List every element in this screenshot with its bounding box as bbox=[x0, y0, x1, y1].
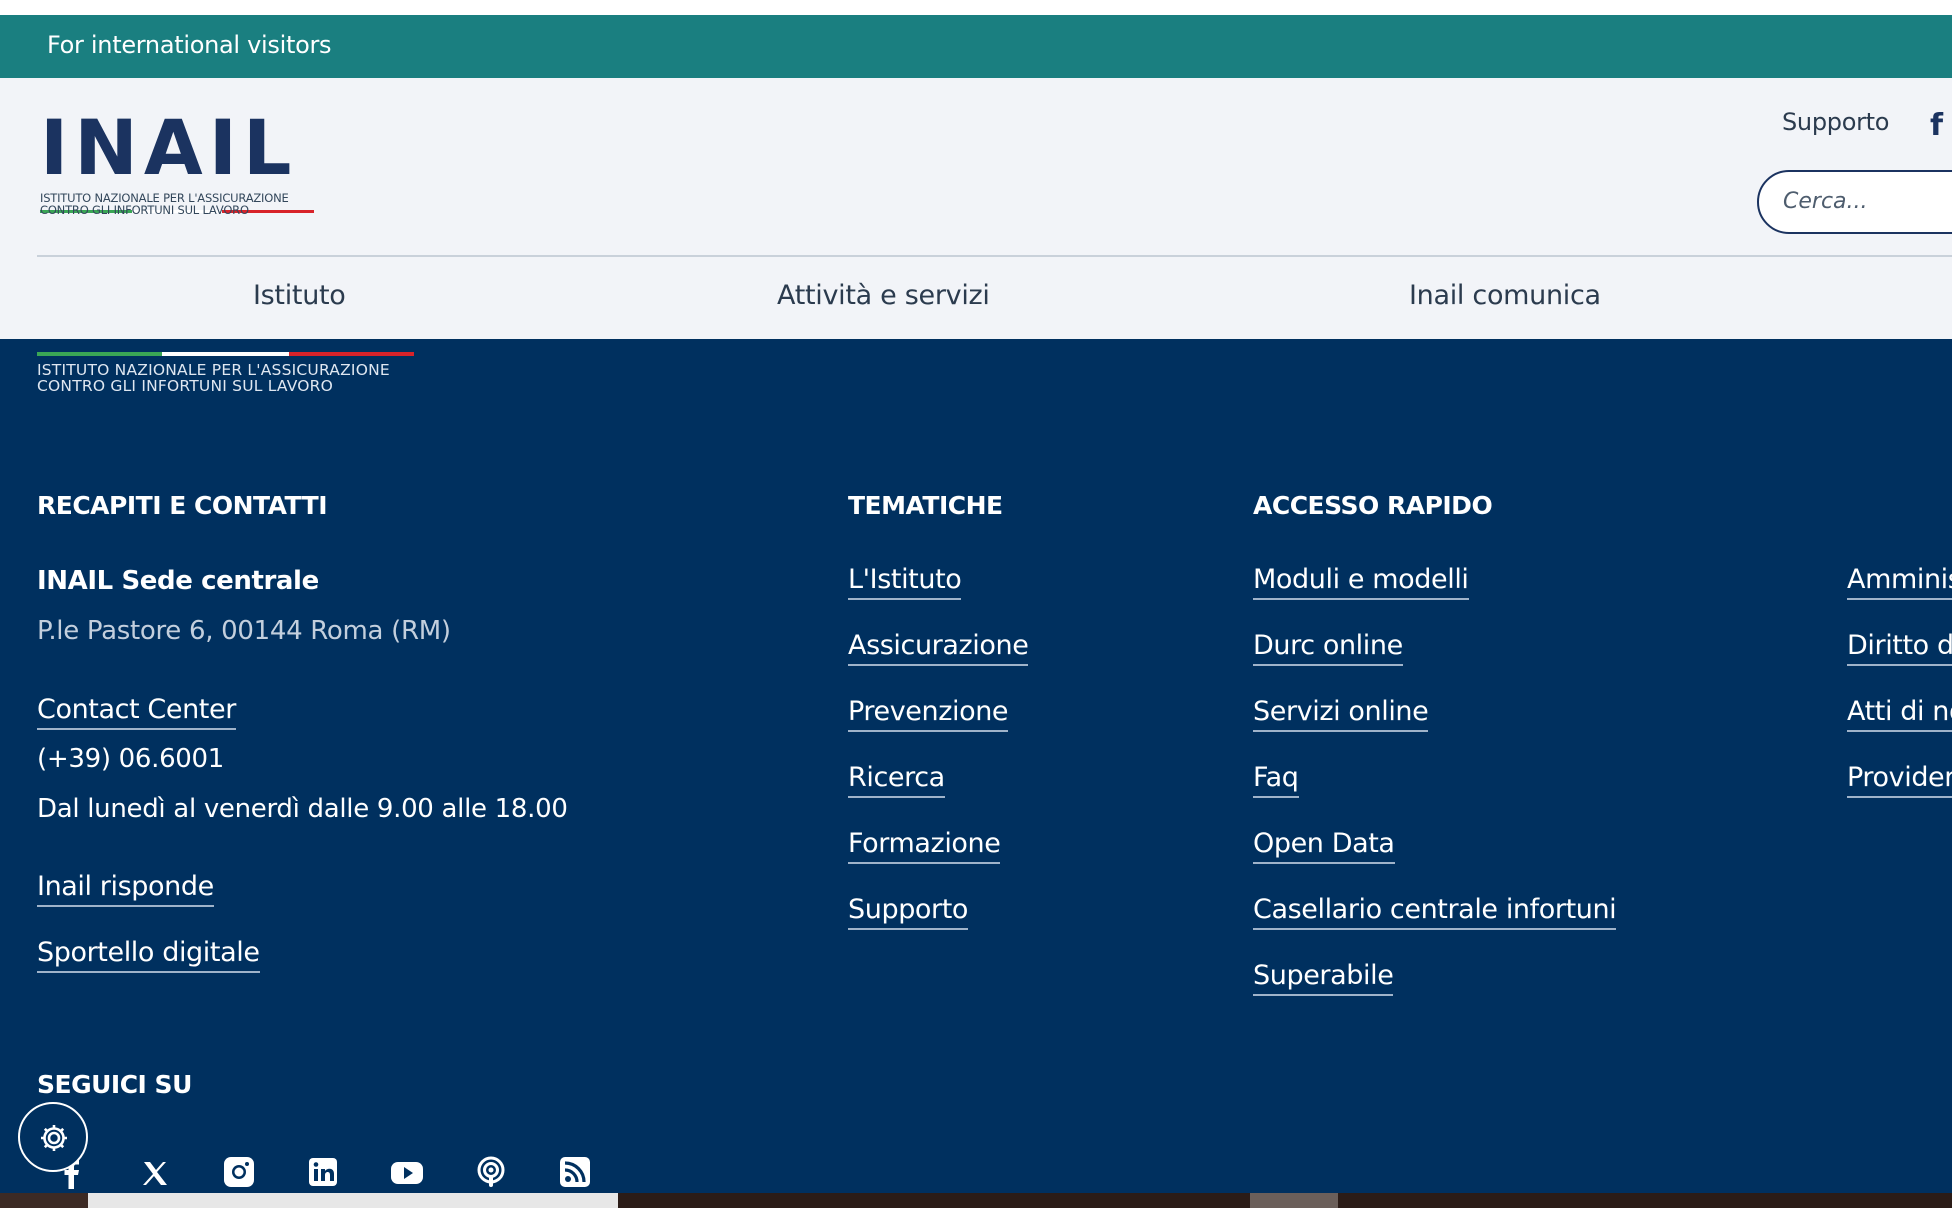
tematiche-link-ricerca[interactable]: Ricerca bbox=[848, 762, 945, 798]
tematiche-link-prevenzione[interactable]: Prevenzione bbox=[848, 696, 1009, 732]
extra-link-amministrazione[interactable]: Amminis bbox=[1847, 564, 1952, 600]
contact-phone: (+39) 06.6001 bbox=[37, 744, 225, 774]
instagram-icon[interactable] bbox=[222, 1155, 256, 1189]
accesso-link-casellario[interactable]: Casellario centrale infortuni bbox=[1253, 894, 1617, 930]
x-icon[interactable] bbox=[138, 1155, 172, 1189]
footer-logo-subtitle: ISTITUTO NAZIONALE PER L'ASSICURAZIONE C… bbox=[37, 361, 390, 395]
logo-wordmark: INAIL bbox=[40, 108, 297, 192]
main-navigation: Istituto Attività e servizi Inail comuni… bbox=[0, 258, 1952, 338]
nav-item-attivita-servizi[interactable]: Attività e servizi bbox=[777, 280, 990, 311]
accesso-rapido-title: ACCESSO RAPIDO bbox=[1253, 491, 1493, 520]
podcast-icon[interactable] bbox=[474, 1155, 508, 1189]
tematiche-link-supporto[interactable]: Supporto bbox=[848, 894, 968, 930]
accesso-link-superabile[interactable]: Superabile bbox=[1253, 960, 1394, 996]
browser-bottom-strip bbox=[0, 1193, 1952, 1208]
header-divider bbox=[37, 255, 1952, 257]
browser-top-strip bbox=[0, 0, 1952, 15]
rss-icon[interactable] bbox=[558, 1155, 592, 1189]
tematiche-link-assicurazione[interactable]: Assicurazione bbox=[848, 630, 1029, 666]
sportello-digitale-link[interactable]: Sportello digitale bbox=[37, 937, 260, 973]
accesso-link-servizi-online[interactable]: Servizi online bbox=[1253, 696, 1429, 732]
nav-item-istituto[interactable]: Istituto bbox=[253, 280, 346, 311]
accesso-link-durc[interactable]: Durc online bbox=[1253, 630, 1403, 666]
site-header: INAIL ISTITUTO NAZIONALE PER L'ASSICURAZ… bbox=[0, 78, 1952, 339]
international-visitors-link[interactable]: For international visitors bbox=[47, 31, 332, 59]
accesso-link-open-data[interactable]: Open Data bbox=[1253, 828, 1395, 864]
extra-link-atti[interactable]: Atti di no bbox=[1847, 696, 1952, 732]
contact-hours: Dal lunedì al venerdì dalle 9.00 alle 18… bbox=[37, 794, 568, 824]
sede-name: INAIL Sede centrale bbox=[37, 566, 319, 596]
youtube-icon[interactable] bbox=[390, 1155, 424, 1189]
nav-item-inail-comunica[interactable]: Inail comunica bbox=[1409, 280, 1601, 311]
accessibility-settings-button[interactable] bbox=[18, 1102, 88, 1172]
facebook-icon[interactable]: f bbox=[1930, 108, 1943, 143]
accesso-link-faq[interactable]: Faq bbox=[1253, 762, 1299, 798]
header-supporto-link[interactable]: Supporto bbox=[1782, 108, 1889, 136]
footer-tricolor-line bbox=[37, 341, 424, 356]
tematiche-link-formazione[interactable]: Formazione bbox=[848, 828, 1001, 864]
contact-center-link[interactable]: Contact Center bbox=[37, 694, 236, 730]
contacts-title: RECAPITI E CONTATTI bbox=[37, 491, 328, 520]
search-box[interactable] bbox=[1757, 170, 1952, 234]
sede-address: P.le Pastore 6, 00144 Roma (RM) bbox=[37, 616, 451, 646]
logo-subtitle: ISTITUTO NAZIONALE PER L'ASSICURAZIONE C… bbox=[40, 191, 289, 217]
tematiche-title: TEMATICHE bbox=[848, 491, 1003, 520]
extra-link-diritto[interactable]: Diritto di bbox=[1847, 630, 1952, 666]
accesso-link-moduli[interactable]: Moduli e modelli bbox=[1253, 564, 1469, 600]
tematiche-link-istituto[interactable]: L'Istituto bbox=[848, 564, 962, 600]
linkedin-icon[interactable] bbox=[306, 1155, 340, 1189]
settings-gear-icon bbox=[41, 1125, 67, 1151]
extra-link-provider[interactable]: Provider bbox=[1847, 762, 1952, 798]
seguici-title: SEGUICI SU bbox=[37, 1070, 192, 1099]
inail-risponde-link[interactable]: Inail risponde bbox=[37, 871, 214, 907]
search-input[interactable] bbox=[1781, 188, 1952, 215]
international-bar: For international visitors bbox=[0, 15, 1952, 78]
